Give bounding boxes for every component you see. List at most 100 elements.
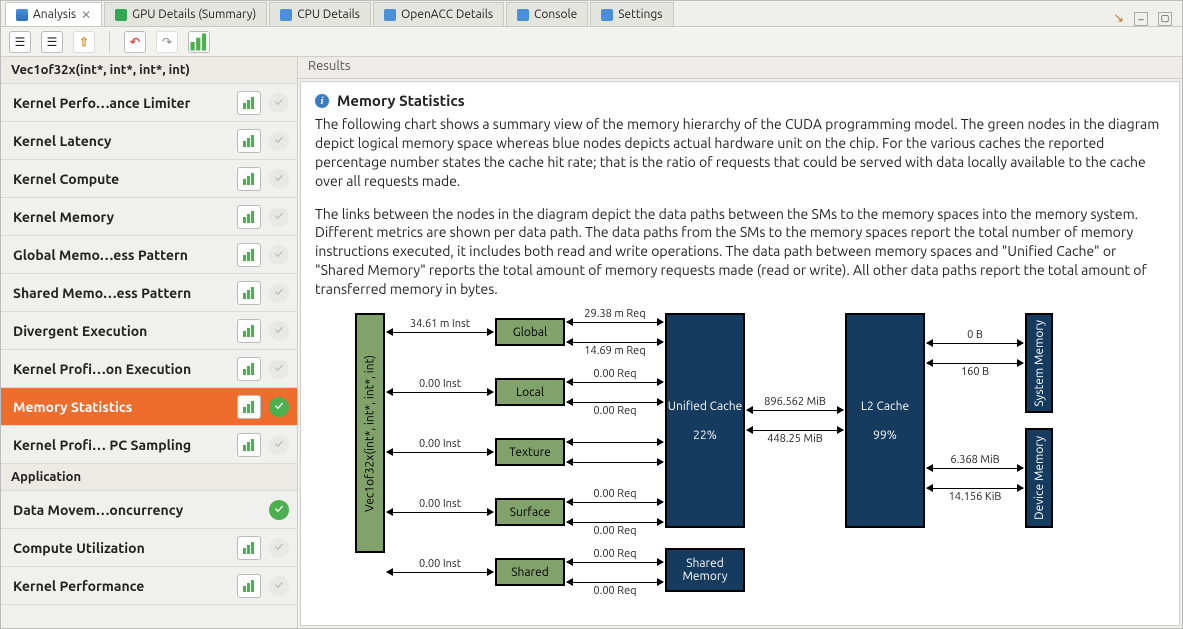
chart-button[interactable] [237,357,261,381]
system-memory-label: System Memory [1033,320,1046,407]
tab-cpu-details[interactable]: CPU Details [269,2,371,26]
tool-icon[interactable]: ↘ [1113,11,1124,26]
chart-button[interactable] [237,129,261,153]
node-device-memory: Device Memory [1025,428,1053,528]
sidebar-item-label: Shared Memo…ess Pattern [13,285,229,301]
sidebar-item-label: Kernel Profi… PC Sampling [13,437,229,453]
link-req-surface: 0.00 Req0.00 Req [567,502,663,522]
settings-icon [601,9,613,21]
toolbar-btn-list2[interactable]: ☰ [41,31,63,53]
node-unified-cache: Unified Cache 22% [665,313,745,528]
node-shared-memory: Shared Memory [665,548,745,592]
link-inst-shared: 0.00 Inst [387,572,493,573]
tab-bar: Analysis ✕ GPU Details (Summary) CPU Det… [1,1,1182,27]
node-system-memory: System Memory [1025,313,1053,413]
link-req-global: 29.38 m Req14.69 m Req [567,322,663,342]
chart-button[interactable] [237,91,261,115]
tab-label: OpenACC Details [401,8,493,21]
chart-icon [189,32,209,52]
minimize-icon[interactable]: ‒ [1134,12,1148,26]
maximize-icon[interactable]: ▢ [1158,12,1172,26]
sidebar-item-label: Kernel Performance [13,578,229,594]
sidebar-item[interactable]: Data Movem…oncurrency✓ [1,491,297,529]
sidebar-item-label: Kernel Latency [13,133,229,149]
sidebar-item[interactable]: Kernel Performance ✓ [1,567,297,605]
status-icon: ✓ [269,359,289,379]
results-header: Results [298,57,1182,79]
toolbar-btn-undo[interactable]: ↶ [124,31,146,53]
link-req-local: 0.00 Req0.00 Req [567,382,663,402]
sidebar-item[interactable]: Kernel Latency ✓ [1,122,297,160]
analysis-icon [16,9,28,21]
results-title: Memory Statistics [337,92,465,109]
shared-memory-label: Shared Memory [667,557,743,583]
tab-label: Analysis [33,8,76,21]
kernel-group-header: Vec1of32x(int*, int*, int*, int) [1,57,297,84]
console-icon [517,9,529,21]
tab-gpu-details[interactable]: GPU Details (Summary) [104,2,267,26]
node-global: Global [495,318,565,346]
sidebar-item[interactable]: Global Memo…ess Pattern✓ [1,236,297,274]
status-icon: ✓ [269,397,289,417]
status-icon: ✓ [269,131,289,151]
sidebar-item-label: Divergent Execution [13,323,229,339]
link-uc-l2: 896.562 MiB448.25 MiB [747,410,843,430]
sidebar-item[interactable]: Kernel Compute ✓ [1,160,297,198]
sidebar-item[interactable]: Compute Utilization ✓ [1,529,297,567]
status-icon: ✓ [269,169,289,189]
results-title-row: i Memory Statistics [315,92,1165,109]
link-inst-texture: 0.00 Inst [387,452,493,453]
chart-button[interactable] [237,536,261,560]
tab-console[interactable]: Console [506,2,588,26]
openacc-icon [384,9,396,21]
sidebar-item[interactable]: Memory Statistics ✓ [1,388,297,426]
gpu-icon [115,9,127,21]
status-icon: ✓ [269,538,289,558]
chart-button[interactable] [237,281,261,305]
toolbar-btn-redo[interactable]: ↷ [156,31,178,53]
chart-button[interactable] [237,574,261,598]
link-l2-devmem: 6.368 MiB14.156 KiB [927,468,1023,488]
chart-button[interactable] [237,395,261,419]
sidebar-item-label: Compute Utilization [13,540,229,556]
toolbar-btn-list1[interactable]: ☰ [9,31,31,53]
link-inst-local: 0.00 Inst [387,392,493,393]
tab-analysis[interactable]: Analysis ✕ [5,2,102,26]
chart-button[interactable] [237,319,261,343]
chart-button[interactable] [237,167,261,191]
chart-button[interactable] [237,205,261,229]
status-icon: ✓ [269,435,289,455]
sidebar-item[interactable]: Kernel Profi… PC Sampling ✓ [1,426,297,464]
memory-diagram: Vec1of32x(int*, int*, int*, int) Global … [355,313,1115,623]
chart-button[interactable] [237,243,261,267]
link-req-shared: 0.00 Req0.00 Req [567,562,663,582]
sidebar-item[interactable]: Shared Memo…ess Pattern✓ [1,274,297,312]
tab-label: CPU Details [297,8,360,21]
sidebar-item[interactable]: Divergent Execution✓ [1,312,297,350]
sidebar-item-label: Memory Statistics [13,399,229,415]
tab-openacc-details[interactable]: OpenACC Details [373,2,504,26]
sidebar-item[interactable]: Kernel Perfo…ance Limiter✓ [1,84,297,122]
toolbar-btn-chart[interactable] [188,31,210,53]
status-icon: ✓ [269,576,289,596]
toolbar-btn-up[interactable]: ⇧ [73,31,95,53]
node-texture: Texture [495,438,565,466]
link-req-texture [567,442,663,462]
node-surface: Surface [495,498,565,526]
sidebar-item[interactable]: Kernel Profi…on Execution✓ [1,350,297,388]
node-l2-cache: L2 Cache 99% [845,313,925,528]
chart-button[interactable] [237,433,261,457]
sidebar-item-label: Kernel Compute [13,171,229,187]
sidebar-item-label: Kernel Perfo…ance Limiter [13,95,229,111]
results-paragraph-1: The following chart shows a summary view… [315,115,1165,191]
results-paragraph-2: The links between the nodes in the diagr… [315,205,1165,299]
results-body: i Memory Statistics The following chart … [300,81,1180,626]
sidebar-item[interactable]: Kernel Memory✓ [1,198,297,236]
sidebar-item-label: Data Movem…oncurrency [13,502,261,518]
l2-cache-label: L2 Cache [861,400,909,413]
toolbar-separator [109,31,110,53]
tab-settings[interactable]: Settings [590,2,673,26]
application-group-header: Application [1,464,297,491]
node-local: Local [495,378,565,406]
close-icon[interactable]: ✕ [81,8,91,22]
